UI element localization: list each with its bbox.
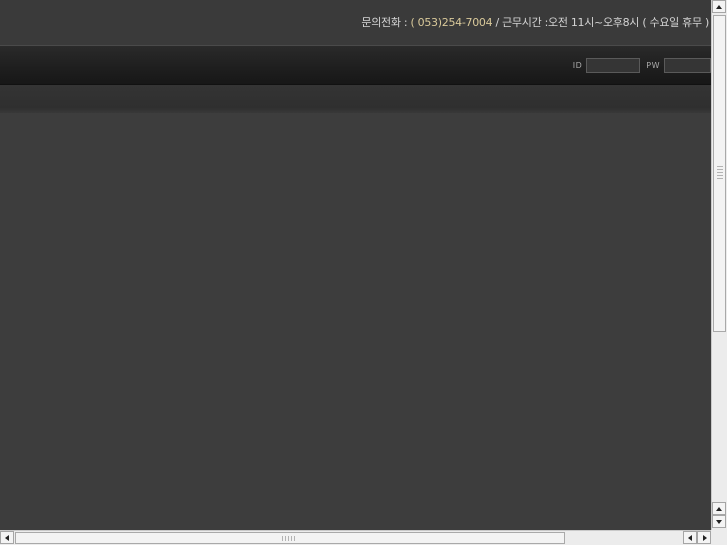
sub-navigation-bar <box>0 85 711 113</box>
grip-icon <box>717 166 723 180</box>
horizontal-scroll-thumb[interactable] <box>15 532 565 544</box>
business-hours: / 근무시간 :오전 11시~오후8시 ( 수요일 휴무 ) <box>492 16 710 29</box>
scroll-right-button[interactable] <box>697 531 711 544</box>
grip-icon <box>282 536 296 541</box>
arrow-left-icon <box>688 535 692 541</box>
scroll-down-button[interactable] <box>712 515 726 528</box>
top-info-bar: 문의전화 : ( 053)254-7004 / 근무시간 :오전 11시~오후8… <box>0 0 711 46</box>
vertical-scroll-thumb[interactable] <box>713 15 726 332</box>
arrow-right-icon <box>703 535 707 541</box>
scroll-up-button-lower[interactable] <box>712 502 726 515</box>
scrollbar-corner <box>711 530 727 545</box>
page-viewport: 문의전화 : ( 053)254-7004 / 근무시간 :오전 11시~오후8… <box>0 0 711 530</box>
arrow-up-icon <box>716 507 722 511</box>
arrow-left-icon <box>5 535 9 541</box>
arrow-up-icon <box>716 5 722 9</box>
scroll-left-button-right[interactable] <box>683 531 697 544</box>
main-content <box>0 113 711 530</box>
phone-number: ( 053)254-7004 <box>410 16 493 29</box>
id-input[interactable] <box>586 57 641 73</box>
navigation-bar: ID PW <box>0 46 711 85</box>
login-form: ID PW <box>567 57 711 73</box>
contact-label: 문의전화 : <box>361 16 411 29</box>
horizontal-scrollbar[interactable] <box>0 530 711 545</box>
vertical-scrollbar[interactable] <box>711 0 727 530</box>
password-input[interactable] <box>664 57 711 73</box>
id-label: ID <box>572 60 583 70</box>
scroll-left-button[interactable] <box>0 531 14 544</box>
arrow-down-icon <box>716 520 722 524</box>
scroll-up-button[interactable] <box>712 0 726 13</box>
contact-info: 문의전화 : ( 053)254-7004 / 근무시간 :오전 11시~오후8… <box>361 14 709 30</box>
pw-label: PW <box>646 60 660 70</box>
